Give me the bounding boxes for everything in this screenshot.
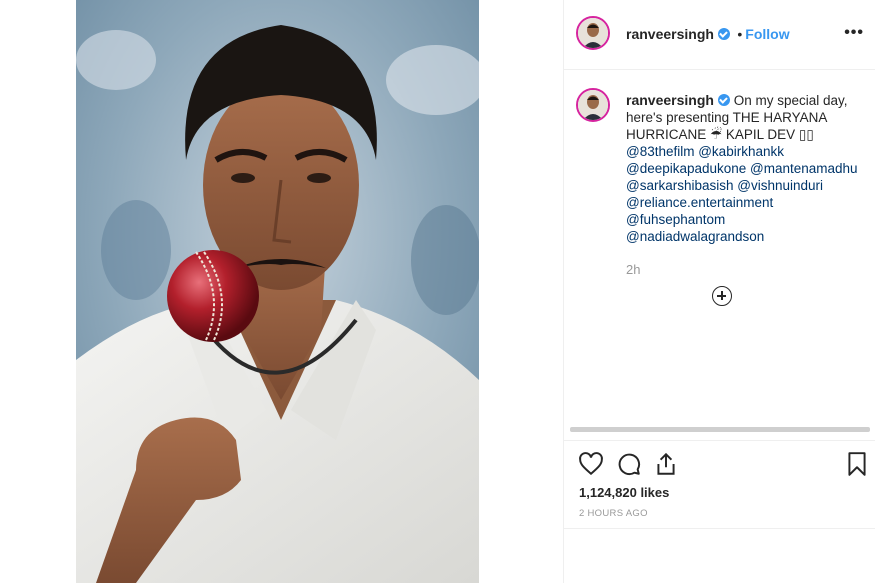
plus-circle-icon[interactable] xyxy=(712,286,732,306)
mention-line[interactable]: @nadiadwalagrandson xyxy=(626,228,866,245)
caption-username[interactable]: ranveersingh xyxy=(626,92,714,108)
comment-icon[interactable] xyxy=(616,451,642,477)
bookmark-icon[interactable] xyxy=(844,451,870,477)
mention-line[interactable]: @reliance.entertainment xyxy=(626,194,866,211)
heart-icon[interactable] xyxy=(578,451,604,477)
post-photo-illustration xyxy=(76,0,479,583)
header-separator: • xyxy=(737,26,743,42)
mention-line[interactable]: @sarkarshibasish @vishnuinduri xyxy=(626,177,866,194)
caption-verified-badge-icon xyxy=(717,94,730,106)
add-comment-area[interactable] xyxy=(564,528,875,584)
post-actions: 1,124,820 likes 2 HOURS AGO xyxy=(564,440,875,531)
post-timestamp: 2 HOURS AGO xyxy=(579,508,648,519)
like-count[interactable]: 1,124,820 likes xyxy=(579,485,669,500)
share-icon[interactable] xyxy=(653,451,679,477)
more-options-icon[interactable]: ••• xyxy=(844,24,864,42)
comments-scrollbar[interactable] xyxy=(570,427,870,432)
header-username[interactable]: ranveersingh xyxy=(626,26,714,42)
header-user-line: ranveersingh • Follow xyxy=(626,26,790,44)
follow-button[interactable]: Follow xyxy=(745,26,789,42)
post-header: ranveersingh • Follow ••• xyxy=(564,0,875,70)
post-image[interactable] xyxy=(76,0,479,583)
post-caption: ranveersingh On my special day, here's p… xyxy=(626,92,866,245)
content-gap xyxy=(479,0,563,583)
avatar-image xyxy=(578,18,608,48)
caption-avatar[interactable] xyxy=(576,88,610,122)
mention-line[interactable]: @fuhsephantom xyxy=(626,211,866,228)
page-margin xyxy=(0,0,76,583)
mention-line[interactable]: @deepikapadukone @mantenamadhu xyxy=(626,160,866,177)
verified-badge-icon xyxy=(717,28,730,40)
mention-line[interactable]: @83thefilm @kabirkhankk xyxy=(626,143,866,160)
post-side-panel: ranveersingh • Follow ••• ranveersingh On… xyxy=(563,0,875,583)
caption-timestamp: 2h xyxy=(626,262,641,277)
avatar[interactable] xyxy=(576,16,610,50)
caption-avatar-image xyxy=(578,90,608,120)
